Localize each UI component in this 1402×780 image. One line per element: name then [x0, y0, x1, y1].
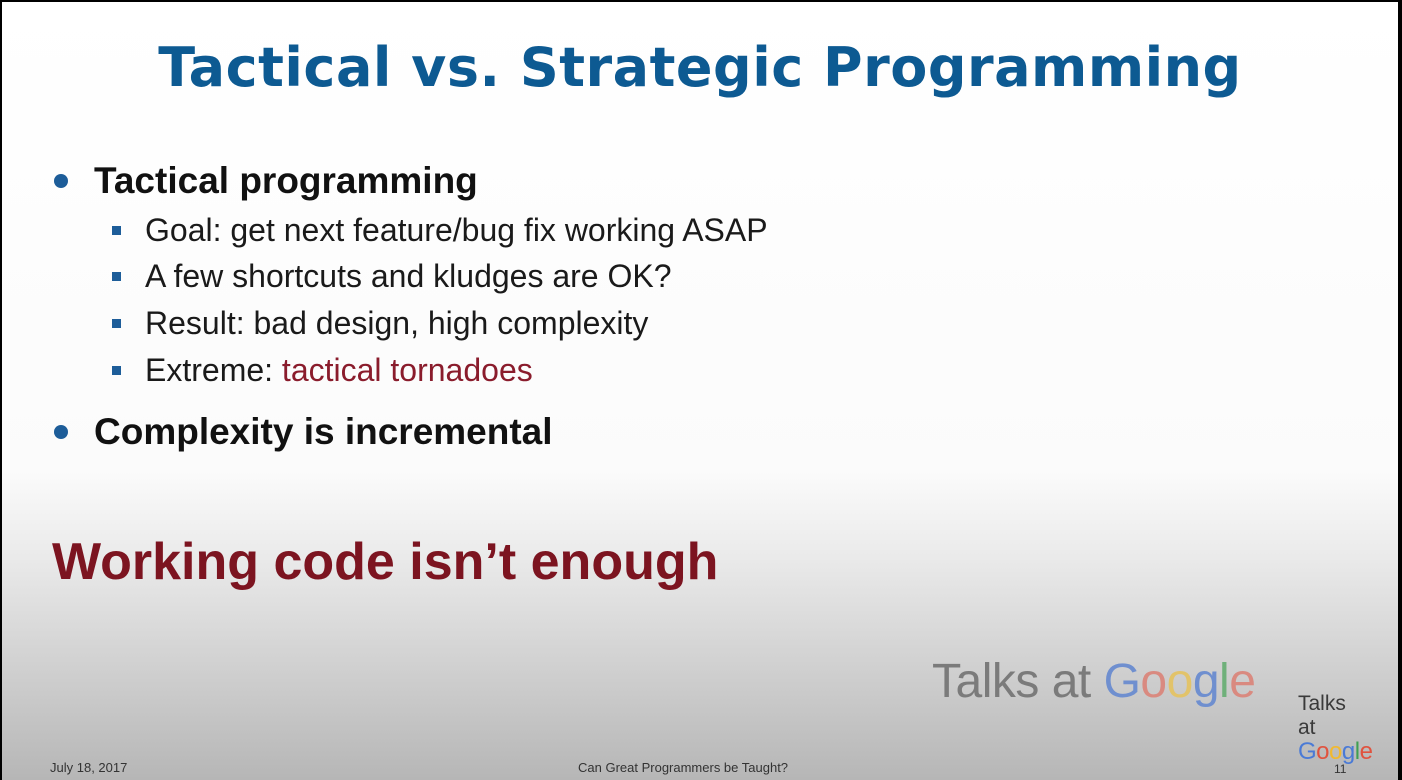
subbullet-square-icon	[112, 226, 121, 235]
subbullet-text: Extreme: tactical tornadoes	[145, 352, 533, 389]
subbullet-item-extreme: Extreme: tactical tornadoes	[112, 352, 533, 389]
emphasis-text: tactical tornadoes	[281, 352, 533, 388]
corner-logo-google-wordmark: Google	[1298, 738, 1373, 765]
corner-logo-talks: Talks	[1298, 692, 1346, 715]
bullet-dot-icon	[54, 425, 68, 439]
slide-title: Tactical vs. Strategic Programming	[158, 36, 1242, 99]
subbullet-square-icon	[112, 366, 121, 375]
logo-talks-at-text: Talks at	[932, 655, 1091, 708]
talks-at-google-watermark-logo: Talks at Google	[932, 654, 1256, 709]
slide-page-number: 11	[1334, 762, 1347, 776]
subbullet-item-goal: Goal: get next feature/bug fix working A…	[112, 212, 768, 249]
bullet-item-complexity: Complexity is incremental	[54, 411, 553, 453]
subbullet-text: Goal: get next feature/bug fix working A…	[145, 212, 768, 248]
subbullet-item-result: Result: bad design, high complexity	[112, 305, 648, 342]
subbullet-square-icon	[112, 272, 121, 281]
footer-date: July 18, 2017	[50, 760, 128, 775]
subbullet-text: Result: bad design, high complexity	[145, 305, 649, 341]
bullet-dot-icon	[54, 174, 68, 188]
subbullet-square-icon	[112, 319, 121, 328]
subbullet-item-shortcuts: A few shortcuts and kludges are OK?	[112, 258, 672, 295]
key-message-banner: Working code isn’t enough	[52, 533, 719, 591]
bullet-text: Complexity is incremental	[94, 411, 553, 452]
subbullet-text: A few shortcuts and kludges are OK?	[145, 258, 672, 294]
footer-title: Can Great Programmers be Taught?	[578, 760, 789, 775]
subbullet-prefix: Extreme:	[145, 352, 282, 388]
logo-google-wordmark: Google	[1103, 655, 1256, 708]
bullet-text: Tactical programming	[94, 160, 478, 201]
bullet-item-tactical-programming: Tactical programming	[54, 160, 478, 202]
presentation-slide: Tactical vs. Strategic Programming Tacti…	[2, 2, 1398, 780]
talks-at-google-corner-logo: Talks at Google	[1298, 692, 1373, 765]
corner-logo-at: at	[1298, 716, 1316, 739]
